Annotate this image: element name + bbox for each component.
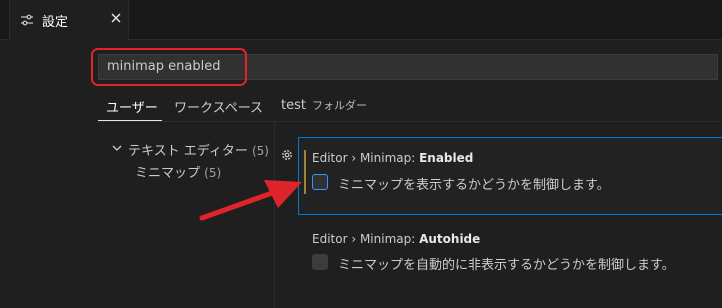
gear-icon[interactable] xyxy=(280,148,294,162)
toc-group-count: (5) xyxy=(251,144,269,158)
tab-user-settings[interactable]: ユーザー xyxy=(106,97,158,116)
minimap-autohide-checkbox[interactable] xyxy=(312,254,328,270)
folder-name: test xyxy=(281,98,306,113)
toc-group-label: テキスト エディター xyxy=(128,144,248,159)
tab-folder-settings[interactable]: test フォルダー xyxy=(281,97,367,113)
setting-description-autohide: ミニマップを自動的に非表示するかどうかを制御します。 xyxy=(338,258,675,273)
tab-workspace-settings[interactable]: ワークスペース xyxy=(174,97,263,116)
editor-tab-bar: 設定 xyxy=(0,0,722,40)
chevron-down-icon[interactable] xyxy=(112,143,122,153)
setting-title-enabled: Editor › Minimap: Enabled xyxy=(312,151,473,165)
toc-item-label: ミニマップ xyxy=(135,166,201,181)
folder-label: フォルダー xyxy=(311,99,367,112)
minimap-enabled-checkbox[interactable] xyxy=(312,174,328,190)
toc-item-text-editor[interactable]: テキスト エディター (5) xyxy=(128,140,269,159)
setting-name: Autohide xyxy=(419,232,481,246)
setting-name: Enabled xyxy=(419,151,474,165)
close-icon[interactable] xyxy=(108,10,124,26)
settings-tab[interactable]: 設定 xyxy=(9,0,129,40)
setting-title-autohide: Editor › Minimap: Autohide xyxy=(312,232,480,246)
scope-tabs-divider xyxy=(98,121,722,122)
annotation-highlight-box xyxy=(91,48,247,86)
settings-sliders-icon xyxy=(21,14,33,26)
setting-description-enabled: ミニマップを表示するかどうかを制御します。 xyxy=(338,178,610,193)
tab-title: 設定 xyxy=(42,15,69,30)
setting-category: Editor › Minimap: xyxy=(312,232,420,246)
annotation-arrow-icon xyxy=(199,180,302,221)
setting-category: Editor › Minimap: xyxy=(312,151,420,165)
